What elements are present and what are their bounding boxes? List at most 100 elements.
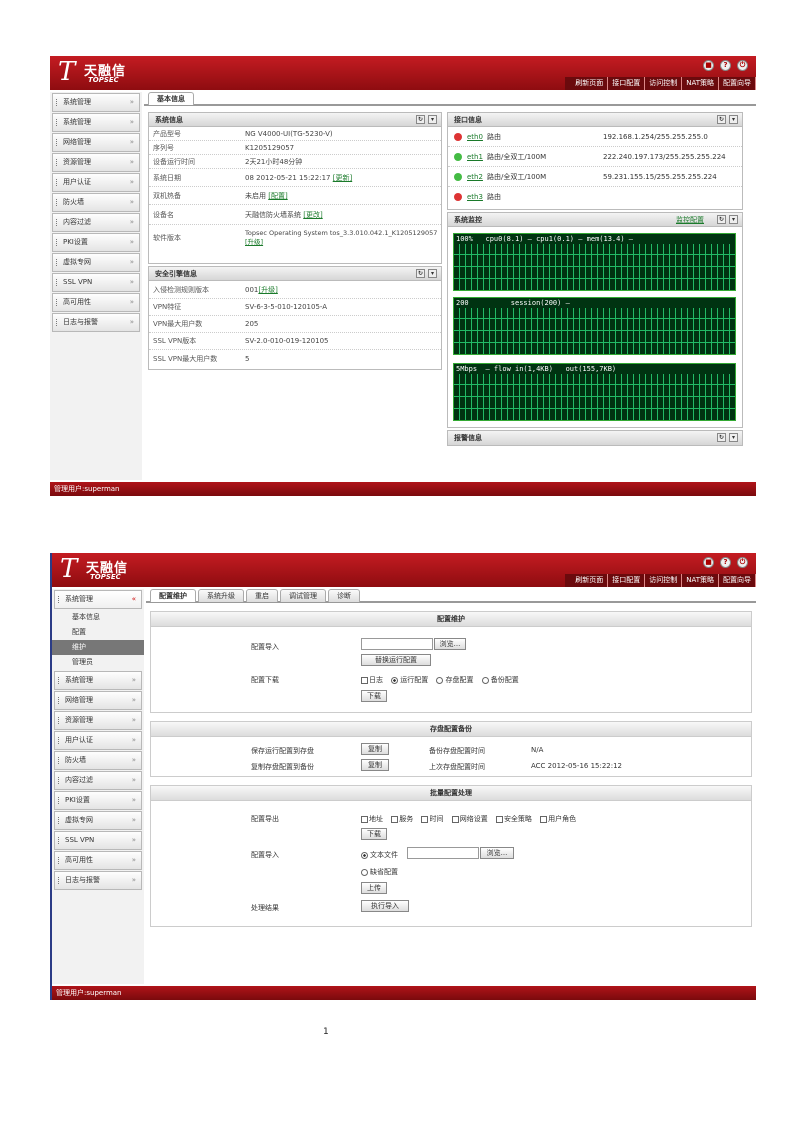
collapse-icon[interactable]: ▾: [428, 269, 437, 278]
sidebar-item[interactable]: 用户认证 »: [54, 731, 142, 750]
collapse-icon[interactable]: ▾: [428, 115, 437, 124]
sidebar-item[interactable]: 网络管理 »: [52, 133, 140, 152]
time-checkbox[interactable]: [421, 815, 429, 823]
link-nat[interactable]: NAT策略: [682, 77, 719, 90]
tab-basic-info[interactable]: 基本信息: [148, 92, 194, 105]
sidebar-item[interactable]: 虚拟专网 »: [52, 253, 140, 272]
running-config-radio[interactable]: [391, 676, 399, 684]
refresh-icon[interactable]: ↻: [416, 269, 425, 278]
collapse-icon[interactable]: ▾: [729, 115, 738, 124]
refresh-icon[interactable]: ↻: [717, 115, 726, 124]
policy-checkbox[interactable]: [495, 815, 503, 823]
monitor-config-link[interactable]: 监控配置: [676, 213, 704, 227]
sidebar-item[interactable]: 内容过滤 »: [54, 771, 142, 790]
default-radio[interactable]: [361, 868, 368, 876]
sidebar-item[interactable]: 防火墙 »: [52, 193, 140, 212]
sidebar-item[interactable]: 日志与报警 »: [52, 313, 140, 332]
sidebar-item[interactable]: 虚拟专网 »: [54, 811, 142, 830]
help-icon[interactable]: ?: [720, 557, 731, 568]
panel-title: 系统监控: [454, 216, 482, 224]
sidebar-item[interactable]: 网络管理 »: [54, 691, 142, 710]
config-link[interactable]: [配置]: [268, 192, 287, 200]
sidebar-item-system[interactable]: 系统管理 «: [54, 590, 142, 609]
sidebar-item[interactable]: 防火墙 »: [54, 751, 142, 770]
sidebar-item[interactable]: 高可用性 »: [54, 851, 142, 870]
sidebar-label: 用户认证: [63, 178, 91, 186]
link-wizard[interactable]: 配置向导: [719, 574, 756, 587]
sidebar-item[interactable]: PKI设置 »: [54, 791, 142, 810]
batch-file-input[interactable]: [407, 847, 479, 859]
download-button[interactable]: 下载: [361, 690, 387, 702]
lock-icon[interactable]: ■: [703, 557, 714, 568]
tab-config-maintenance[interactable]: 配置维护: [150, 589, 196, 602]
sidebar-item[interactable]: 高可用性 »: [52, 293, 140, 312]
log-checkbox[interactable]: [361, 676, 368, 684]
file-radio[interactable]: [361, 851, 368, 859]
iface-name[interactable]: eth3: [467, 193, 483, 201]
tab-debug[interactable]: 调试管理: [280, 589, 326, 602]
copy-button[interactable]: 复制: [361, 759, 389, 771]
role-checkbox[interactable]: [540, 815, 548, 823]
link-nat[interactable]: NAT策略: [682, 574, 719, 587]
service-checkbox[interactable]: [391, 815, 399, 823]
sidebar-item[interactable]: PKI设置 »: [52, 233, 140, 252]
iface-name[interactable]: eth2: [467, 173, 483, 181]
lock-icon[interactable]: ■: [703, 60, 714, 71]
upgrade-link[interactable]: [升级]: [245, 238, 263, 246]
sidebar-sub-item[interactable]: 基本信息: [52, 610, 144, 625]
iface-name[interactable]: eth0: [467, 133, 483, 141]
sidebar-item[interactable]: 用户认证 »: [52, 173, 140, 192]
sidebar-item[interactable]: 系统管理 »: [52, 113, 140, 132]
sidebar-sub-item[interactable]: 管理员: [52, 655, 144, 670]
link-access[interactable]: 访问控制: [645, 77, 683, 90]
copy-button[interactable]: 复制: [361, 743, 389, 755]
backup-config-radio[interactable]: [481, 676, 489, 684]
refresh-icon[interactable]: ↻: [717, 215, 726, 224]
power-icon[interactable]: ⏻: [737, 557, 748, 568]
download-button[interactable]: 下载: [361, 828, 387, 840]
sidebar-item[interactable]: 日志与报警 »: [54, 871, 142, 890]
refresh-icon[interactable]: ↻: [416, 115, 425, 124]
power-icon[interactable]: ⏻: [737, 60, 748, 71]
replace-config-button[interactable]: 替换运行配置: [361, 654, 431, 666]
update-link[interactable]: [更新]: [333, 174, 352, 182]
link-access[interactable]: 访问控制: [645, 574, 683, 587]
sidebar-item[interactable]: 资源管理 »: [52, 153, 140, 172]
collapse-icon[interactable]: ▾: [729, 215, 738, 224]
config-file-input[interactable]: [361, 638, 433, 650]
sidebar-item[interactable]: 系统管理 »: [52, 93, 140, 112]
interface-panel: 接口信息 ↻ ▾ eth0 路由 192.168.1.254/255.255.255.…: [447, 112, 743, 210]
sidebar-item[interactable]: SSL VPN »: [54, 831, 142, 850]
tab-diagnose[interactable]: 诊断: [328, 589, 360, 602]
sidebar-item[interactable]: 内容过滤 »: [52, 213, 140, 232]
browse-button[interactable]: 浏览...: [480, 847, 514, 859]
collapse-icon[interactable]: ▾: [729, 433, 738, 442]
rename-link[interactable]: [更改]: [303, 211, 322, 219]
link-refresh[interactable]: 刷新页面: [571, 77, 609, 90]
chevron-icon: »: [131, 816, 136, 824]
saved-config-radio[interactable]: [436, 676, 444, 684]
link-interface[interactable]: 接口配置: [608, 77, 646, 90]
address-checkbox[interactable]: [361, 815, 368, 823]
upload-button[interactable]: 上传: [361, 882, 387, 894]
sidebar-item[interactable]: 系统管理 »: [54, 671, 142, 690]
tab-system-upgrade[interactable]: 系统升级: [198, 589, 244, 602]
help-icon[interactable]: ?: [720, 60, 731, 71]
graph-legend: 100% cpu0(8.1) — cpu1(0.1) — mem(13.4) —: [456, 235, 634, 243]
link-interface[interactable]: 接口配置: [608, 574, 646, 587]
sidebar-item[interactable]: SSL VPN »: [52, 273, 140, 292]
execute-import-button[interactable]: 执行导入: [361, 900, 409, 912]
link-refresh[interactable]: 刷新页面: [571, 574, 609, 587]
sidebar-sub-item[interactable]: 配置: [52, 625, 144, 640]
refresh-icon[interactable]: ↻: [717, 433, 726, 442]
iface-name[interactable]: eth1: [467, 153, 483, 161]
link-wizard[interactable]: 配置向导: [719, 77, 756, 90]
tab-restart[interactable]: 重启: [246, 589, 278, 602]
main-content: 配置维护 系统升级 重启 调试管理 诊断 配置维护 配置导入 浏览... 替换运…: [146, 589, 756, 984]
import-option-file: 文本文件: [355, 850, 398, 860]
upgrade-link[interactable]: [升级]: [258, 286, 277, 294]
sidebar-item[interactable]: 资源管理 »: [54, 711, 142, 730]
network-checkbox[interactable]: [451, 815, 459, 823]
sidebar-sub-item-selected[interactable]: 维护: [52, 640, 144, 655]
browse-button[interactable]: 浏览...: [434, 638, 466, 650]
